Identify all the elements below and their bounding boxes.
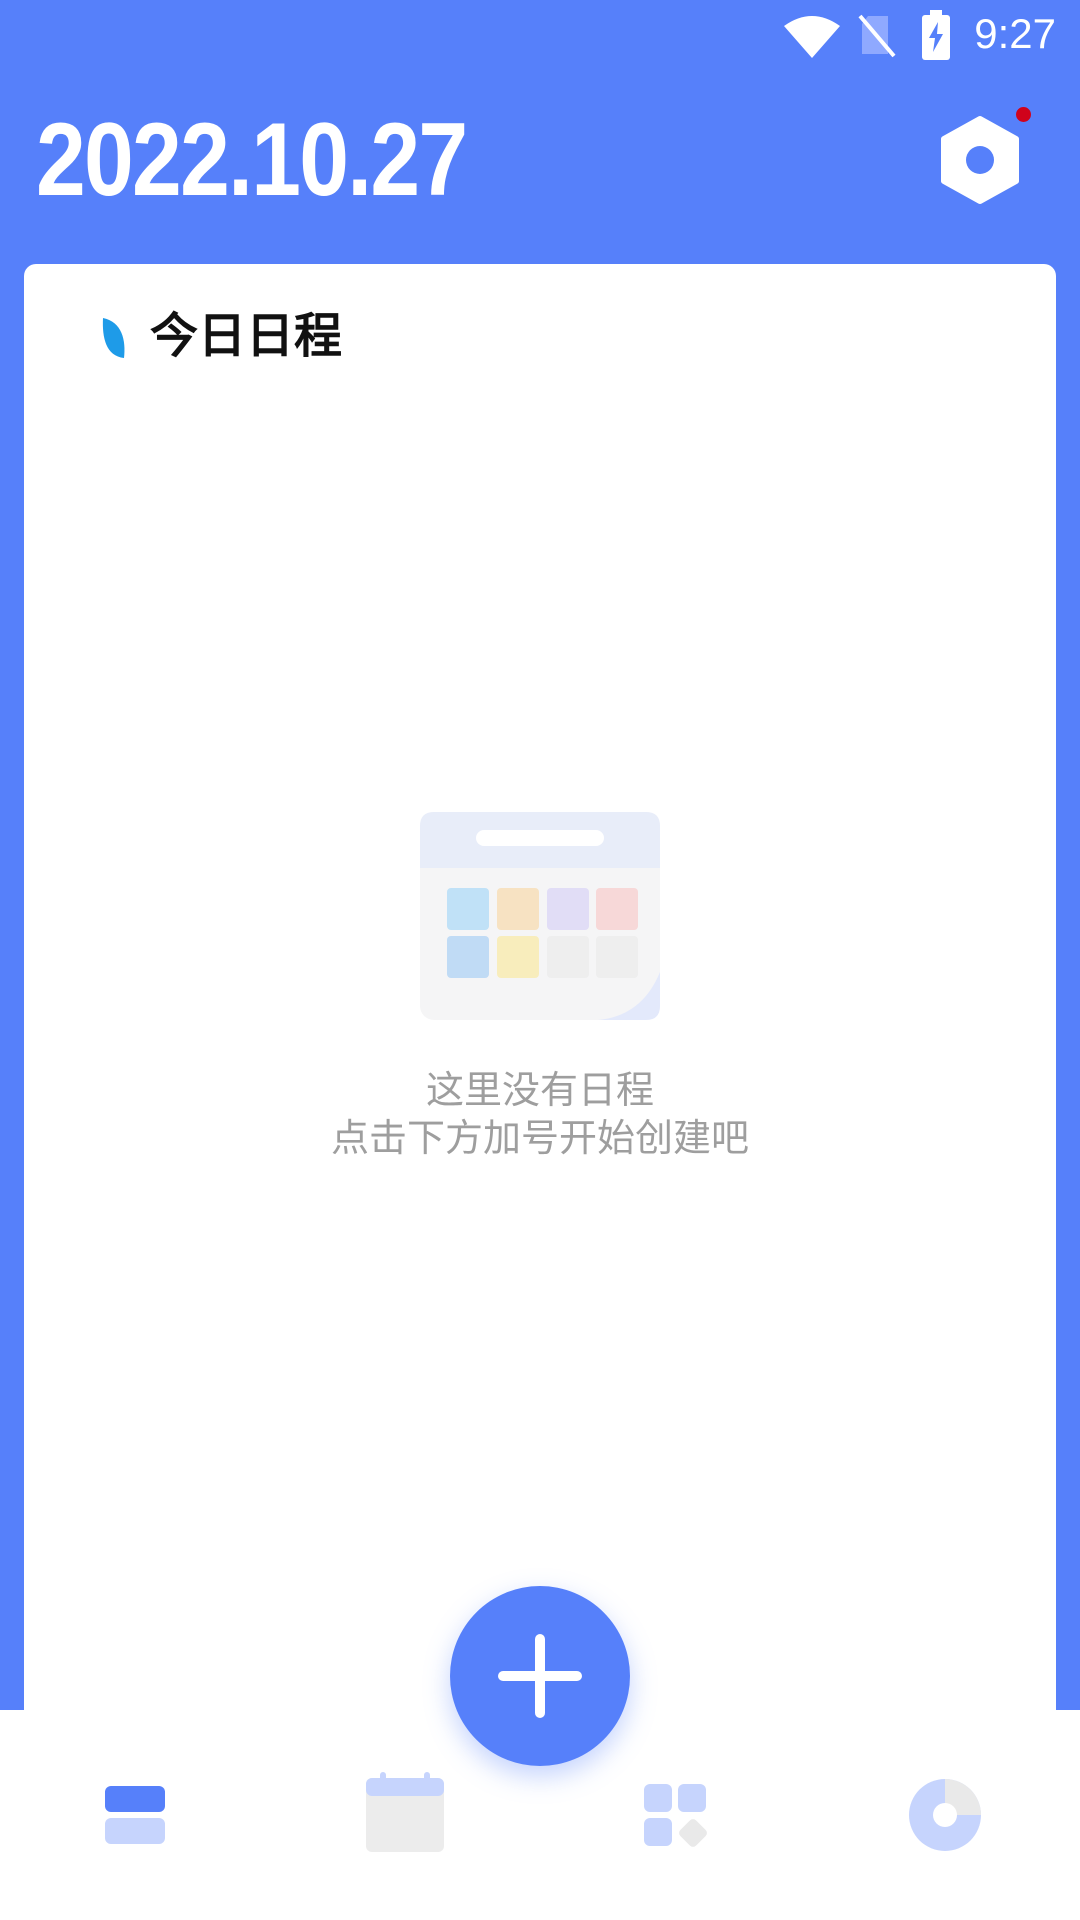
status-bar: 9:27 bbox=[0, 0, 1080, 75]
section-title: 今日日程 bbox=[150, 308, 343, 364]
add-schedule-button[interactable] bbox=[450, 1586, 630, 1766]
date-title: 2022.10.27 bbox=[36, 102, 468, 218]
nav-schedule-list-icon[interactable] bbox=[90, 1770, 180, 1860]
nav-apps-grid-icon[interactable] bbox=[630, 1770, 720, 1860]
no-sim-icon bbox=[858, 14, 896, 58]
status-time: 9:27 bbox=[974, 10, 1056, 57]
plus-icon bbox=[498, 1634, 582, 1718]
battery-charging-icon bbox=[922, 10, 950, 60]
nav-stats-pie-icon[interactable] bbox=[900, 1770, 990, 1860]
notification-dot bbox=[1016, 107, 1031, 122]
empty-state-line1: 这里没有日程 bbox=[425, 1068, 654, 1112]
nav-calendar-icon[interactable] bbox=[360, 1770, 450, 1860]
empty-calendar-illustration bbox=[420, 812, 660, 1020]
leaf-icon bbox=[102, 318, 125, 358]
wifi-icon bbox=[784, 16, 840, 58]
empty-state-message: 这里没有日程 点击下方加号开始创建吧 bbox=[240, 1066, 840, 1162]
settings-hexagon-icon[interactable] bbox=[935, 115, 1025, 205]
empty-state-line2: 点击下方加号开始创建吧 bbox=[330, 1116, 749, 1160]
